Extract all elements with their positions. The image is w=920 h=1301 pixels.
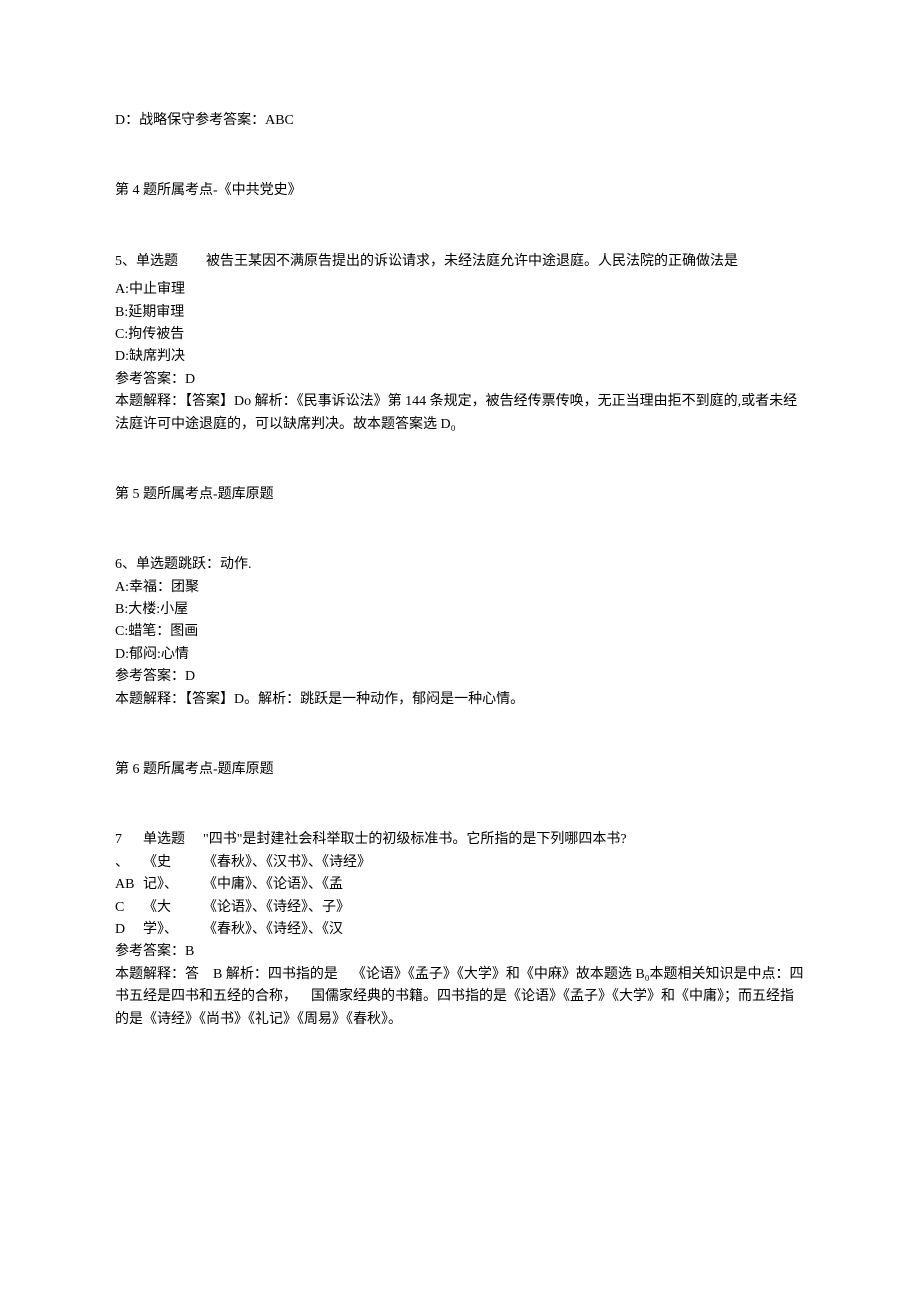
question-6-block: 6、单选题跳跃：动作. A:幸福：团聚 B:大楼:小屋 C:蜡笔：图画 D:郁闷… xyxy=(115,554,805,711)
answer: 参考答案：B xyxy=(115,941,805,963)
question-5-topic: 第 5 题所属考点-题库原题 xyxy=(115,484,805,506)
option-c: C:蜡笔：图画 xyxy=(115,621,805,643)
topic-text: 第 6 题所属考点-题库原题 xyxy=(115,759,805,781)
question-5-block: 5、单选题 被告王某因不满原告提出的诉讼请求，未经法庭允许中途退庭。人民法院的正… xyxy=(115,251,805,436)
explanation: 本题解释：【答案】Do 解析：《民事诉讼法》第 144 条规定，被告经传票传唤，… xyxy=(115,391,805,436)
q7-rowB-c3: 《中庸》、《论语》、《孟 xyxy=(203,874,805,896)
q7-rowA-c2: 《史 xyxy=(143,852,193,874)
answer: 参考答案：D xyxy=(115,666,805,688)
option-d: D：战略保守参考答案：ABC xyxy=(115,110,805,132)
option-c: C:拘传被告 xyxy=(115,324,805,346)
question-6-topic: 第 6 题所属考点-题库原题 xyxy=(115,759,805,781)
q7-rowD-c1: D xyxy=(115,919,133,941)
question-header: 6、单选题跳跃：动作. xyxy=(115,554,805,576)
q7-rowD-c3: 《春秋》、《诗经》、《汉 xyxy=(203,919,805,941)
q7-rowC-c3: 《论语》、《诗经》、子》 xyxy=(203,897,805,919)
q7-rowB-c2: 记》、 xyxy=(143,874,193,896)
option-d: D:郁闷:心情 xyxy=(115,644,805,666)
option-a: A:幸福：团聚 xyxy=(115,577,805,599)
document-page: D：战略保守参考答案：ABC 第 4 题所属考点-《中共党史》 5、单选题 被告… xyxy=(0,0,920,1301)
q7-rowC-c2: 《大 xyxy=(143,897,193,919)
question-header: 5、单选题 被告王某因不满原告提出的诉讼请求，未经法庭允许中途退庭。人民法院的正… xyxy=(115,251,805,273)
explanation: 本题解释：【答案】D。解析：跳跃是一种动作，郁闷是一种心情。 xyxy=(115,689,805,711)
option-b: B:延期审理 xyxy=(115,302,805,324)
q7-num: 7 xyxy=(115,829,133,851)
q7-rowD-c2: 学》、 xyxy=(143,919,193,941)
q7-rowA-c3: 《春秋》、《汉书》、《诗经》 xyxy=(203,852,805,874)
option-d: D:缺席判决 xyxy=(115,346,805,368)
option-b: B:大楼:小屋 xyxy=(115,599,805,621)
explanation: 本题解释：答 B 解析：四书指的是 《论语》《孟子》《大学》和《中麻》故本题选 … xyxy=(115,964,805,1031)
question-7-block: 7 单选题 "四书"是封建社会科举取士的初级标准书。它所指的是下列哪四本书? 、… xyxy=(115,829,805,1031)
question-4-block: D：战略保守参考答案：ABC xyxy=(115,110,805,132)
q7-rowC-c1: C xyxy=(115,897,133,919)
question-7-grid: 7 单选题 "四书"是封建社会科举取士的初级标准书。它所指的是下列哪四本书? 、… xyxy=(115,829,805,941)
q7-text: "四书"是封建社会科举取士的初级标准书。它所指的是下列哪四本书? xyxy=(203,829,805,851)
option-a: A:中止审理 xyxy=(115,279,805,301)
q7-rowB-c1: AB xyxy=(115,874,133,896)
q7-rowA-c1: 、 xyxy=(115,852,133,874)
answer: 参考答案：D xyxy=(115,369,805,391)
question-4-topic: 第 4 题所属考点-《中共党史》 xyxy=(115,180,805,202)
topic-text: 第 4 题所属考点-《中共党史》 xyxy=(115,180,805,202)
q7-type: 单选题 xyxy=(143,829,193,851)
topic-text: 第 5 题所属考点-题库原题 xyxy=(115,484,805,506)
